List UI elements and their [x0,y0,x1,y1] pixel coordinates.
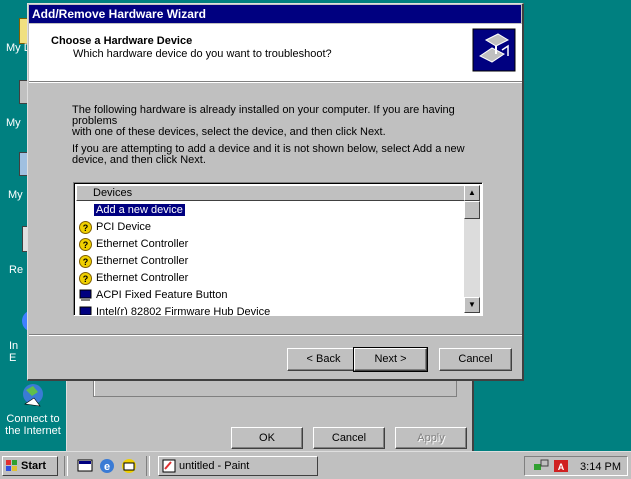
task-button-label: untitled - Paint [179,460,250,472]
windows-logo-icon [6,460,17,471]
list-item[interactable]: Add a new device [76,202,465,219]
scroll-down-icon[interactable]: ▼ [464,297,480,313]
list-item[interactable]: ? PCI Device [76,219,465,236]
unknown-device-icon: ? [79,238,92,251]
ok-button[interactable]: OK [231,427,303,449]
paint-icon [162,459,176,473]
list-item[interactable]: ACPI Fixed Feature Button [76,287,465,304]
hardware-wizard-window: Add/Remove Hardware Wizard Choose a Hard… [27,3,524,381]
list-item[interactable]: ? Ethernet Controller [76,236,465,253]
start-button[interactable]: Start [2,456,58,476]
header-subtitle: Which hardware device do you want to tro… [73,48,332,60]
show-desktop-icon[interactable] [76,457,94,475]
intro-line: The following hardware is already instal… [72,104,455,127]
svg-text:e: e [104,461,110,473]
scrollbar-thumb[interactable] [464,201,480,219]
internet-explorer-icon[interactable]: e [98,457,116,475]
cancel-button[interactable]: Cancel [439,348,512,371]
unknown-device-icon: ? [79,255,92,268]
system-tray: A 3:14 PM [524,456,628,476]
svg-text:A: A [558,462,565,472]
unknown-device-icon: ? [79,272,92,285]
intro-text: The following hardware is already instal… [72,105,492,138]
clock[interactable]: 3:14 PM [580,459,621,475]
desktop-icon-label: Connect to the Internet [5,413,61,437]
taskbar-separator [64,456,68,476]
cancel-button[interactable]: Cancel [313,427,385,449]
devices-rows: Add a new device ? PCI Device ? Ethernet… [76,202,465,316]
desktop-icon-label: Re [9,264,24,276]
unknown-device-icon: ? [79,221,92,234]
list-item-label: Add a new device [94,204,185,216]
scroll-up-icon[interactable]: ▲ [464,185,480,201]
desktop-icon-label: In E [9,340,19,364]
svg-text:?: ? [83,240,89,250]
taskbar: Start e untitled - Paint A 3:14 PM [0,451,631,479]
network-connection-icon[interactable] [533,458,549,474]
svg-text:?: ? [83,274,89,284]
outlook-express-icon[interactable] [120,457,138,475]
next-button[interactable]: Next > [353,347,428,372]
list-item-label: PCI Device [96,221,152,233]
desktop-icon-label: My [6,117,21,129]
list-item-label: ACPI Fixed Feature Button [96,289,228,301]
system-device-icon [79,289,92,301]
intro-line: with one of these devices, select the de… [72,126,386,138]
connect-to-internet-icon [23,384,43,407]
list-item-label: Intel(r) 82802 Firmware Hub Device [96,306,271,316]
desktop-icon-connect-internet[interactable]: Connect to the Internet [0,382,66,437]
start-label: Start [21,460,47,472]
intro-line: device, and then click Next. [72,154,206,166]
list-item[interactable]: ? Ethernet Controller [76,253,465,270]
list-item-label: Ethernet Controller [96,255,189,267]
title-bar[interactable]: Add/Remove Hardware Wizard [29,5,521,23]
desktop-icon-label: My [8,189,23,201]
list-item-label: Ethernet Controller [96,272,189,284]
wizard-header: Choose a Hardware Device Which hardware … [29,24,522,81]
footer-divider [29,334,522,336]
intro-text-2: If you are attempting to add a device an… [72,144,492,166]
hardware-wizard-icon [472,28,516,72]
header-title: Choose a Hardware Device [51,35,193,47]
system-device-icon [79,306,92,315]
back-button[interactable]: < Back [287,348,360,371]
task-button-paint[interactable]: untitled - Paint [158,456,318,476]
ati-display-icon[interactable]: A [553,458,569,474]
taskbar-separator [146,456,150,476]
list-item[interactable]: ? Ethernet Controller [76,270,465,287]
devices-scrollbar[interactable]: ▲ ▼ [464,185,480,313]
svg-text:?: ? [83,257,89,267]
header-divider [29,81,522,83]
apply-button: Apply [395,427,467,449]
devices-list[interactable]: Devices Add a new device ? PCI Device ? … [73,182,483,316]
list-item[interactable]: Intel(r) 82802 Firmware Hub Device [76,304,465,316]
list-item-label: Ethernet Controller [96,238,189,250]
svg-text:?: ? [83,223,89,233]
devices-column-header[interactable]: Devices [76,185,465,201]
